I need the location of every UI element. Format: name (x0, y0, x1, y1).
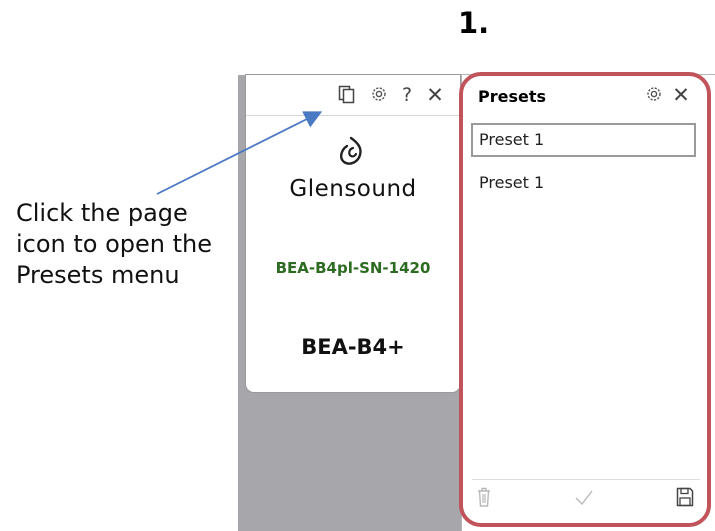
instruction-text: Click the page icon to open the Presets … (16, 199, 213, 289)
